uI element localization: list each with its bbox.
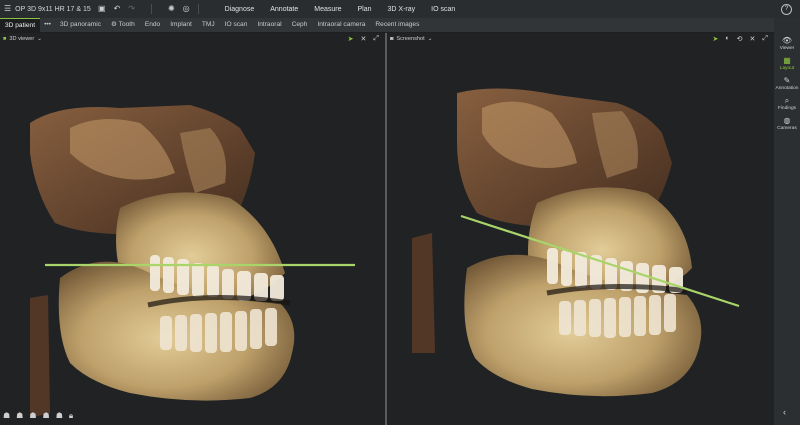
toolbar-divider — [150, 4, 152, 14]
main-menu: Diagnose Annotate Measure Plan 3D X-ray … — [217, 6, 464, 13]
sidebar-item-label: Layout — [779, 66, 795, 71]
tab-intraoral-camera[interactable]: Intraoral camera — [312, 18, 370, 32]
findings-icon: ⌕ — [784, 96, 790, 105]
chevron-down-icon: ⌄ — [427, 36, 433, 42]
contrast-icon[interactable]: ◐ — [725, 35, 729, 43]
redo-icon[interactable]: ↷ — [128, 5, 135, 13]
sidebar-item-layout[interactable]: ▦ Layout — [774, 56, 800, 71]
tab-tooth[interactable]: ⚙ Tooth — [106, 18, 140, 32]
skull-top-icon[interactable]: ☗ — [43, 411, 50, 421]
lock-icon[interactable]: 🔒︎ — [69, 411, 73, 421]
crosshair-icon[interactable]: ✕ — [750, 35, 756, 43]
layout-icon: ▦ — [783, 56, 791, 65]
tab-3d-patient[interactable]: 3D patient — [0, 17, 41, 33]
tab-recent-images[interactable]: Recent images — [370, 18, 424, 32]
tab-tmj[interactable]: TMJ — [197, 18, 220, 32]
viewer-label: 3D viewer — [9, 36, 35, 42]
camera-icon: ◙ — [390, 36, 394, 42]
tab-bar: 3D patient ••• 3D panoramic ⚙ Tooth Endo… — [0, 17, 774, 33]
settings-icon[interactable]: ✺ — [168, 5, 175, 13]
tab-endo[interactable]: Endo — [140, 18, 165, 32]
pencil-icon: ✎ — [783, 76, 791, 85]
hamburger-menu-icon[interactable]: ☰ — [4, 5, 11, 13]
skull-render-left[interactable] — [0, 33, 385, 425]
skull-front-icon[interactable]: ☗ — [3, 411, 10, 421]
tooth-icon: ⚙ — [111, 21, 119, 28]
app-title: OP 3D 9x11 HR 17 & 15 — [15, 5, 91, 13]
top-bar: ☰ OP 3D 9x11 HR 17 & 15 ▣ ↶ ↷ ✺ ◎ Diagno… — [0, 0, 800, 18]
pointer-icon[interactable]: ➤ — [713, 35, 719, 43]
target-icon[interactable]: ◎ — [183, 5, 190, 13]
viewer-selector[interactable]: ■ 3D viewer ⌄ — [3, 36, 42, 42]
tab-implant[interactable]: Implant — [165, 18, 197, 32]
fullscreen-icon[interactable]: ⤢ — [762, 35, 768, 43]
chevron-left-icon[interactable]: ‹ — [783, 407, 786, 417]
menu-plan[interactable]: Plan — [350, 6, 380, 13]
menu-divider — [197, 4, 199, 14]
sidebar-item-findings[interactable]: ⌕ Findings — [774, 96, 800, 111]
menu-annotate[interactable]: Annotate — [262, 6, 306, 13]
skull-side-icon[interactable]: ☗ — [16, 411, 23, 421]
chevron-down-icon: ⌄ — [37, 36, 42, 42]
skull-render-right[interactable] — [387, 33, 774, 425]
cube-icon: ■ — [3, 36, 7, 42]
undo-icon[interactable]: ↶ — [114, 5, 121, 13]
skull-left-icon[interactable]: ☗ — [29, 411, 36, 421]
rotate-icon[interactable]: ⟲ — [737, 35, 743, 43]
skull-back-icon[interactable]: ☗ — [56, 411, 63, 421]
viewport-3d-viewer[interactable]: ■ 3D viewer ⌄ ➤ ✕ ⤢ ☗ ☗ ☗ ☗ ☗ 🔒︎ — [0, 33, 385, 425]
screenshot-selector[interactable]: ◙ Screenshot ⌄ — [390, 36, 432, 42]
sidebar-item-cameras[interactable]: ◍ Cameras — [774, 116, 800, 131]
sidebar-item-label: Annotation — [775, 86, 799, 91]
tab-tooth-label: Tooth — [118, 21, 135, 28]
viewport-screenshot[interactable]: ◙ Screenshot ⌄ ➤ ◐ ⟲ ✕ ⤢ — [387, 33, 774, 425]
pointer-icon[interactable]: ➤ — [348, 35, 354, 43]
sidebar-item-label: Cameras — [777, 126, 797, 131]
tab-intraoral[interactable]: Intraoral — [252, 18, 286, 32]
toolbar: ▣ ↶ ↷ ✺ ◎ — [98, 4, 190, 14]
menu-measure[interactable]: Measure — [306, 6, 349, 13]
sidebar-item-label: Findings — [777, 106, 797, 111]
eye-icon: 👁 — [781, 36, 793, 45]
viewport-header: ◙ Screenshot ⌄ ➤ ◐ ⟲ ✕ ⤢ — [387, 33, 774, 45]
right-sidebar: 👁 Viewer ▦ Layout ✎ Annotation ⌕ Finding… — [774, 18, 800, 425]
screenshot-label: Screenshot — [396, 36, 425, 42]
tab-ceph[interactable]: Ceph — [287, 18, 313, 32]
camera-icon: ◍ — [783, 116, 791, 125]
menu-diagnose[interactable]: Diagnose — [217, 6, 263, 13]
fullscreen-icon[interactable]: ⤢ — [373, 35, 379, 43]
app-title-area: ☰ OP 3D 9x11 HR 17 & 15 — [0, 5, 91, 13]
crosshair-icon[interactable]: ✕ — [361, 35, 367, 43]
menu-3d-xray[interactable]: 3D X-ray — [380, 6, 424, 13]
viewport-controls: ➤ ✕ ⤢ — [348, 35, 379, 43]
menu-io-scan[interactable]: IO scan — [423, 6, 463, 13]
tab-io-scan[interactable]: IO scan — [220, 18, 253, 32]
viewport-controls: ➤ ◐ ⟲ ✕ ⤢ — [713, 35, 768, 43]
save-icon[interactable]: ▣ — [98, 5, 106, 13]
view-orientation-icons: ☗ ☗ ☗ ☗ ☗ 🔒︎ — [3, 411, 73, 421]
sidebar-item-label: Viewer — [779, 46, 795, 51]
sidebar-item-annotation[interactable]: ✎ Annotation — [774, 76, 800, 91]
tab-more-icon[interactable]: ••• — [40, 18, 55, 32]
sidebar-item-viewer[interactable]: 👁 Viewer — [774, 36, 800, 51]
help-icon[interactable]: ? — [781, 4, 792, 15]
viewport-header: ■ 3D viewer ⌄ ➤ ✕ ⤢ — [0, 33, 385, 45]
tab-3d-panoramic[interactable]: 3D panoramic — [55, 18, 106, 32]
